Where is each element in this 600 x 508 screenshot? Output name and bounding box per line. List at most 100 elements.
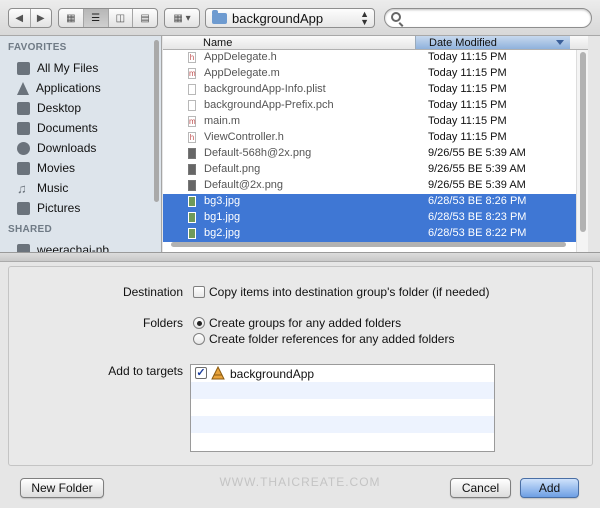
downloads-icon xyxy=(17,141,30,155)
file-list-horizontal-scrollbar[interactable] xyxy=(171,242,566,247)
sidebar-item-label: Pictures xyxy=(37,201,81,215)
forward-button[interactable]: ▶ xyxy=(31,9,52,27)
file-row[interactable]: h ViewController.h Today 11:15 PM xyxy=(163,130,588,146)
sidebar-item-label: Desktop xyxy=(37,101,82,115)
create-folder-references-label[interactable]: Create folder references for any added f… xyxy=(209,332,454,346)
image-file-icon xyxy=(188,228,196,239)
panel-divider[interactable] xyxy=(0,252,600,262)
target-row[interactable]: ✓ backgroundApp xyxy=(191,365,494,382)
sidebar-item-all-my-files[interactable]: All My Files xyxy=(0,58,161,78)
file-row[interactable]: backgroundApp-Info.plist Today 11:15 PM xyxy=(163,82,588,98)
file-row[interactable]: Default@2x.png 9/26/55 BE 5:39 AM xyxy=(163,178,588,194)
file-name: backgroundApp-Info.plist xyxy=(204,83,326,95)
sort-descending-icon xyxy=(556,40,564,45)
sidebar-item-label: Applications xyxy=(36,81,101,95)
path-popup[interactable]: backgroundApp ▲ ▼ xyxy=(205,8,375,28)
create-groups-radio[interactable] xyxy=(193,317,205,329)
computer-icon xyxy=(17,243,30,252)
column-header-date-modified[interactable]: Date Modified xyxy=(415,36,570,49)
scroll-thumb[interactable] xyxy=(580,52,586,232)
file-name: Default-568h@2x.png xyxy=(204,147,312,159)
create-folder-references-radio[interactable] xyxy=(193,333,205,345)
coverflow-icon: ▤ xyxy=(140,12,150,24)
sidebar-item-documents[interactable]: Documents xyxy=(0,118,161,138)
back-button[interactable]: ◀ xyxy=(9,9,31,27)
target-checkbox[interactable]: ✓ xyxy=(195,367,207,379)
arrange-button[interactable]: ▦ ▾ xyxy=(165,9,199,27)
file-date-modified: Today 11:15 PM xyxy=(428,51,507,63)
view-mode-control[interactable]: ▦ ☰ ◫ ▤ xyxy=(58,8,158,28)
file-name: AppDelegate.h xyxy=(204,51,277,63)
shared-heading: SHARED xyxy=(8,224,53,235)
add-button[interactable]: Add xyxy=(520,478,579,498)
file-row[interactable]: Default.png 9/26/55 BE 5:39 AM xyxy=(163,162,588,178)
file-row[interactable]: bg3.jpg 6/28/53 BE 8:26 PM xyxy=(163,194,588,210)
file-row[interactable]: bg1.jpg 6/28/53 BE 8:23 PM xyxy=(163,210,588,226)
file-row[interactable]: h AppDelegate.h Today 11:15 PM xyxy=(163,50,588,66)
source-file-icon xyxy=(188,84,196,95)
source-file-icon xyxy=(188,100,196,111)
sidebar-item-label: Downloads xyxy=(37,141,97,155)
file-date-modified: Today 11:15 PM xyxy=(428,99,507,111)
coverflow-view-button[interactable]: ▤ xyxy=(133,9,157,27)
sidebar: FAVORITES All My Files Applications Desk… xyxy=(0,36,162,252)
new-folder-button[interactable]: New Folder xyxy=(20,478,104,498)
target-name: backgroundApp xyxy=(230,367,315,381)
destination-label: Destination xyxy=(122,285,183,299)
file-date-modified: 6/28/53 BE 8:23 PM xyxy=(428,211,527,223)
source-file-icon: h xyxy=(188,52,196,63)
file-name: AppDelegate.m xyxy=(204,67,280,79)
grid-icon: ▦ xyxy=(66,12,76,24)
arrange-grid-icon: ▦ ▾ xyxy=(173,12,191,24)
options-panel: Destination Copy items into destination … xyxy=(8,266,593,466)
icon-view-button[interactable]: ▦ xyxy=(59,9,84,27)
sidebar-item-label: Documents xyxy=(37,121,98,135)
empty-row xyxy=(191,382,494,399)
path-folder-name: backgroundApp xyxy=(232,10,324,26)
columns-icon: ◫ xyxy=(115,12,126,24)
applications-icon xyxy=(17,81,29,95)
search-field[interactable] xyxy=(384,8,592,28)
sidebar-item-movies[interactable]: Movies xyxy=(0,158,161,178)
sidebar-item-desktop[interactable]: Desktop xyxy=(0,98,161,118)
arrange-menu-button[interactable]: ▦ ▾ xyxy=(164,8,200,28)
sidebar-item-applications[interactable]: Applications xyxy=(0,78,161,98)
search-icon xyxy=(391,12,401,22)
list-view-button[interactable]: ☰ xyxy=(83,9,109,27)
file-list-vertical-scrollbar[interactable] xyxy=(576,50,588,252)
music-icon: ♫ xyxy=(17,180,27,196)
sidebar-item-weerachai-nb[interactable]: weerachai-nb xyxy=(0,240,161,252)
file-name: bg3.jpg xyxy=(204,195,241,207)
desktop-icon xyxy=(17,101,30,115)
column-view-button[interactable]: ◫ xyxy=(109,9,134,27)
copy-items-checkbox[interactable] xyxy=(193,286,205,298)
sidebar-item-label: weerachai-nb xyxy=(37,243,110,252)
file-name: bg2.jpg xyxy=(204,227,241,239)
list-header: Name Date Modified xyxy=(163,36,588,50)
source-file-icon: m xyxy=(188,116,196,127)
column-header-name[interactable]: Name xyxy=(203,37,232,49)
file-row[interactable]: backgroundApp-Prefix.pch Today 11:15 PM xyxy=(163,98,588,114)
empty-row xyxy=(191,399,494,416)
image-file-icon xyxy=(188,148,196,159)
chevron-left-icon: ◀ xyxy=(15,12,24,24)
create-groups-label[interactable]: Create groups for any added folders xyxy=(209,316,401,330)
folder-icon xyxy=(212,9,227,24)
file-row[interactable]: m AppDelegate.m Today 11:15 PM xyxy=(163,66,588,82)
sidebar-item-downloads[interactable]: Downloads xyxy=(0,138,161,158)
column-header-date-label: Date Modified xyxy=(429,37,497,49)
image-file-icon xyxy=(188,196,196,207)
copy-items-label[interactable]: Copy items into destination group's fold… xyxy=(209,285,489,299)
file-rows: h AppDelegate.h Today 11:15 PM m AppDelegate… xyxy=(163,50,588,242)
cancel-button[interactable]: Cancel xyxy=(450,478,511,498)
file-row[interactable]: Default-568h@2x.png 9/26/55 BE 5:39 AM xyxy=(163,146,588,162)
file-row[interactable]: m main.m Today 11:15 PM xyxy=(163,114,588,130)
all-files-icon xyxy=(17,61,30,75)
sidebar-item-pictures[interactable]: Pictures xyxy=(0,198,161,218)
file-row[interactable]: bg2.jpg 6/28/53 BE 8:22 PM xyxy=(163,226,588,242)
targets-list: ✓ backgroundApp xyxy=(190,364,495,452)
sidebar-item-music[interactable]: ♫ Music xyxy=(0,178,161,198)
sidebar-scrollbar[interactable] xyxy=(154,40,159,202)
back-forward-control[interactable]: ◀ ▶ xyxy=(8,8,52,28)
file-list: Name Date Modified h AppDelegate.h Today 1… xyxy=(163,36,588,252)
